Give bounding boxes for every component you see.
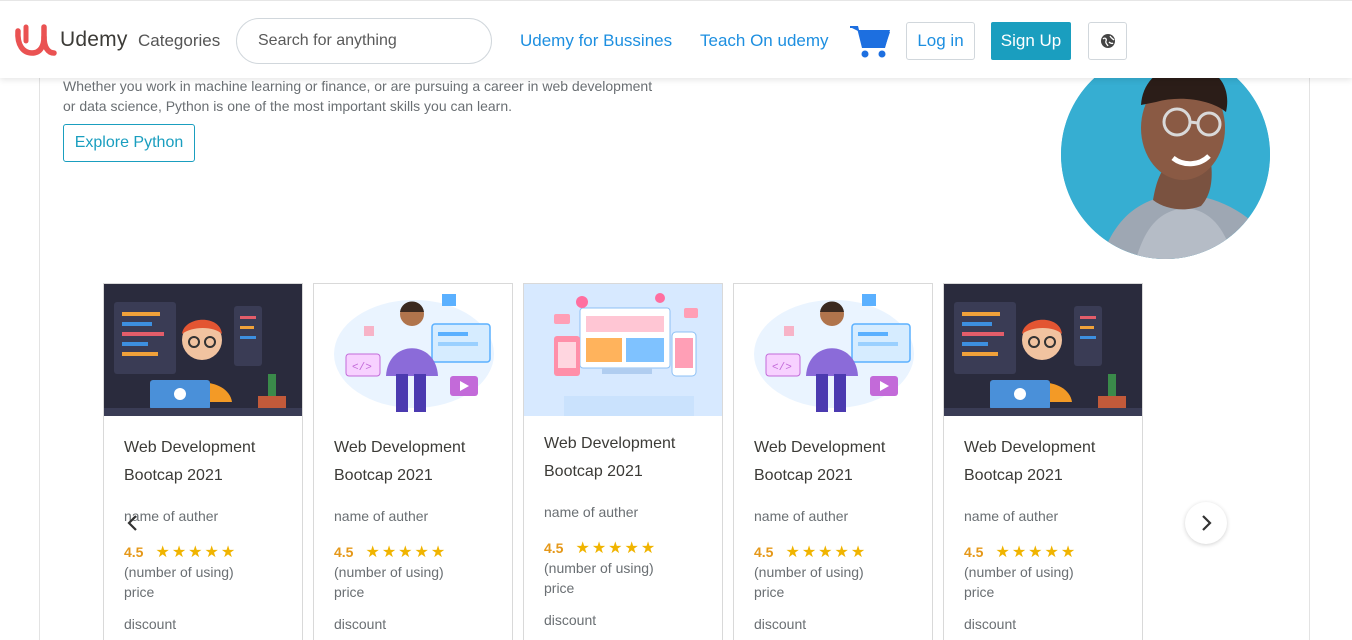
course-usage-count: (number of using)	[124, 564, 234, 580]
course-price: price	[334, 584, 365, 600]
rating-value: 4.5	[124, 544, 144, 560]
course-price: price	[124, 584, 155, 600]
course-card[interactable]: Web Development Bootcap 2021 name of aut…	[943, 283, 1143, 640]
developer-dashboard-illustration-icon: </>	[314, 284, 512, 416]
logo-text: Udemy	[60, 28, 128, 51]
developer-dashboard-illustration-icon: </>	[734, 284, 932, 416]
course-title[interactable]: Web Development Bootcap 2021	[754, 434, 924, 490]
language-button[interactable]	[1088, 22, 1127, 60]
top-navbar: Udemy Categories Udemy for Bussines Teac…	[0, 0, 1352, 78]
rating-value: 4.5	[544, 540, 564, 556]
chevron-left-icon	[127, 515, 137, 531]
course-title[interactable]: Web Development Bootcap 2021	[334, 434, 504, 490]
course-card[interactable]: Web Development Bootcap 2021 name of aut…	[103, 283, 303, 640]
rating-row: 4.5 ★★★★★	[964, 542, 1077, 562]
svg-text:</>: </>	[352, 362, 372, 374]
course-usage-count: (number of using)	[544, 560, 654, 576]
course-title[interactable]: Web Development Bootcap 2021	[544, 430, 714, 486]
udemy-logo[interactable]: Udemy	[14, 23, 128, 57]
course-price: price	[754, 584, 785, 600]
course-discount: discount	[964, 616, 1017, 632]
course-price: price	[964, 584, 995, 600]
hero-description: Whether you work in machine learning or …	[63, 78, 653, 114]
star-rating-icon: ★★★★★	[155, 544, 238, 561]
course-usage-count: (number of using)	[334, 564, 444, 580]
course-author: name of auther	[334, 508, 429, 524]
rating-value: 4.5	[754, 544, 774, 560]
categories-menu[interactable]: Categories	[138, 31, 220, 51]
search-bar[interactable]	[236, 18, 492, 64]
course-discount: discount	[124, 616, 177, 632]
carousel-prev-button[interactable]	[112, 502, 154, 544]
rating-value: 4.5	[334, 544, 354, 560]
course-card[interactable]: </> Web Development Bootcap 2021 name of…	[733, 283, 933, 640]
responsive-design-illustration-icon	[524, 284, 722, 416]
cart-button[interactable]	[849, 23, 891, 59]
rating-row: 4.5 ★★★★★	[334, 542, 447, 562]
star-rating-icon: ★★★★★	[575, 540, 658, 557]
udemy-logo-icon	[15, 24, 57, 56]
course-card[interactable]: Web Development Bootcap 2021 name of aut…	[523, 283, 723, 640]
explore-python-button[interactable]: Explore Python	[63, 124, 195, 162]
coding-developer-illustration-icon	[104, 284, 302, 416]
course-usage-count: (number of using)	[754, 564, 864, 580]
udemy-business-link[interactable]: Udemy for Bussines	[520, 31, 672, 51]
course-usage-count: (number of using)	[964, 564, 1074, 580]
course-title[interactable]: Web Development Bootcap 2021	[964, 434, 1134, 490]
course-title[interactable]: Web Development Bootcap 2021	[124, 434, 294, 490]
search-input[interactable]	[258, 32, 478, 50]
coding-developer-illustration-icon	[944, 284, 1142, 416]
course-author: name of auther	[544, 504, 639, 520]
star-rating-icon: ★★★★★	[365, 544, 448, 561]
course-discount: discount	[754, 616, 807, 632]
course-price: price	[544, 580, 575, 596]
course-discount: discount	[544, 612, 597, 628]
signup-button[interactable]: Sign Up	[991, 22, 1071, 60]
carousel-next-button[interactable]	[1185, 502, 1227, 544]
rating-row: 4.5 ★★★★★	[754, 542, 867, 562]
globe-icon	[1100, 34, 1115, 48]
teach-on-udemy-link[interactable]: Teach On udemy	[700, 31, 829, 51]
shopping-cart-icon	[850, 26, 890, 58]
course-card[interactable]: </> Web Development Bootcap 2021 name of…	[313, 283, 513, 640]
course-discount: discount	[334, 616, 387, 632]
login-button[interactable]: Log in	[906, 22, 975, 60]
rating-row: 4.5 ★★★★★	[544, 538, 657, 558]
hero-photo	[1061, 50, 1270, 259]
course-author: name of auther	[754, 508, 849, 524]
star-rating-icon: ★★★★★	[995, 544, 1078, 561]
star-rating-icon: ★★★★★	[785, 544, 868, 561]
course-author: name of auther	[964, 508, 1059, 524]
rating-value: 4.5	[964, 544, 984, 560]
svg-text:</>: </>	[772, 362, 792, 374]
chevron-right-icon	[1202, 515, 1212, 531]
smiling-man-photo-icon	[1061, 50, 1270, 259]
rating-row: 4.5 ★★★★★	[124, 542, 237, 562]
